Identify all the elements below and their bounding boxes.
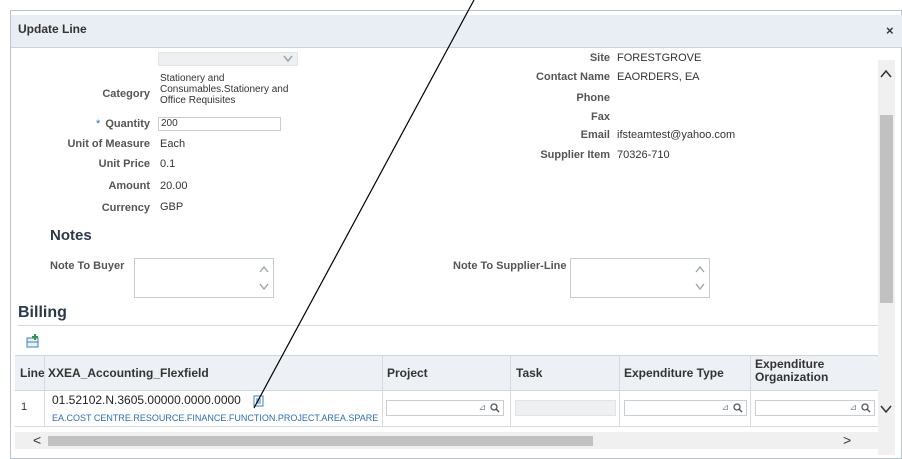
chevron-up-icon xyxy=(695,265,705,273)
category-label: Category xyxy=(102,88,150,100)
note-to-buyer-textarea[interactable] xyxy=(134,258,274,298)
expenditure-org-input[interactable]: ⊿ xyxy=(755,400,875,416)
col-flexfield: XXEA_Accounting_Flexfield xyxy=(48,366,209,380)
chevron-down-icon xyxy=(259,283,269,291)
category-value: Stationery and Consumables.Stationery an… xyxy=(160,73,289,106)
quantity-label: Quantity xyxy=(105,118,150,130)
scroll-down-icon[interactable] xyxy=(880,405,892,413)
site-label: Site xyxy=(589,52,610,64)
update-line-dialog xyxy=(10,10,902,459)
currency-label: Currency xyxy=(101,202,150,214)
amount-value: 20.00 xyxy=(160,180,188,192)
site-value: FORESTGROVE xyxy=(617,52,702,64)
supplier-item-value: 70326-710 xyxy=(617,149,670,161)
unit-price-value: 0.1 xyxy=(160,158,176,170)
email-value: ifsteamtest@yahoo.com xyxy=(617,129,736,141)
row-bottom-border xyxy=(15,426,878,427)
project-input[interactable]: ⊿ xyxy=(386,400,504,416)
horizontal-scroll-thumb[interactable] xyxy=(48,436,593,446)
note-to-supplier-textarea[interactable] xyxy=(570,258,710,298)
chevron-down-icon xyxy=(283,55,293,63)
flexfield-value[interactable]: 01.52102.N.3605.00000.0000.0000 xyxy=(52,393,252,407)
search-icon[interactable] xyxy=(490,403,500,413)
unit-price-label: Unit Price xyxy=(98,158,150,170)
col-divider xyxy=(750,355,751,426)
add-row-icon[interactable] xyxy=(26,334,40,348)
col-divider xyxy=(44,355,45,426)
note-to-supplier-label: Note To Supplier-Line xyxy=(453,260,567,272)
contact-name-value: EAORDERS, EA xyxy=(617,71,700,83)
flexfield-description: EA.COST CENTRE.RESOURCE.FINANCE.FUNCTION… xyxy=(52,413,379,423)
chevron-down-icon xyxy=(695,283,705,291)
chevron-up-icon xyxy=(259,265,269,273)
col-line: Line xyxy=(20,366,45,380)
email-label: Email xyxy=(580,129,610,141)
notes-heading: Notes xyxy=(50,227,92,244)
row-line-number: 1 xyxy=(21,401,28,413)
phone-label: Phone xyxy=(576,92,610,104)
dialog-titlebar xyxy=(11,15,902,48)
uom-value: Each xyxy=(160,138,186,150)
billing-heading: Billing xyxy=(18,304,67,321)
close-icon[interactable]: × xyxy=(886,23,894,38)
col-task: Task xyxy=(516,366,543,380)
scroll-right-icon[interactable]: > xyxy=(843,432,851,448)
col-divider xyxy=(619,355,620,426)
uom-label: Unit of Measure xyxy=(67,138,150,150)
col-expenditure-type: Expenditure Type xyxy=(624,366,724,380)
background-strip xyxy=(0,0,902,10)
search-icon[interactable] xyxy=(733,403,743,413)
expenditure-type-input[interactable]: ⊿ xyxy=(624,400,747,416)
vertical-scroll-thumb[interactable] xyxy=(880,115,893,303)
scroll-left-icon[interactable]: < xyxy=(33,432,41,448)
fax-label: Fax xyxy=(591,111,610,123)
quantity-input[interactable]: 200 xyxy=(158,117,281,131)
col-divider xyxy=(382,355,383,426)
col-project: Project xyxy=(387,366,428,380)
note-to-buyer-label: Note To Buyer xyxy=(50,260,125,272)
currency-value: GBP xyxy=(160,201,184,213)
supplier-item-label: Supplier Item xyxy=(540,149,610,161)
col-expenditure-org: Expenditure Organization xyxy=(755,357,829,384)
scroll-up-icon[interactable] xyxy=(880,70,892,78)
search-icon[interactable] xyxy=(861,403,871,413)
task-input xyxy=(515,400,616,416)
cut-off-select[interactable] xyxy=(158,52,298,66)
amount-label: Amount xyxy=(108,180,150,192)
dialog-title: Update Line xyxy=(18,22,87,36)
col-divider xyxy=(510,355,511,426)
billing-divider xyxy=(18,325,878,326)
flexfield-edit-icon[interactable] xyxy=(253,395,265,407)
contact-name-label: Contact Name xyxy=(536,71,610,83)
